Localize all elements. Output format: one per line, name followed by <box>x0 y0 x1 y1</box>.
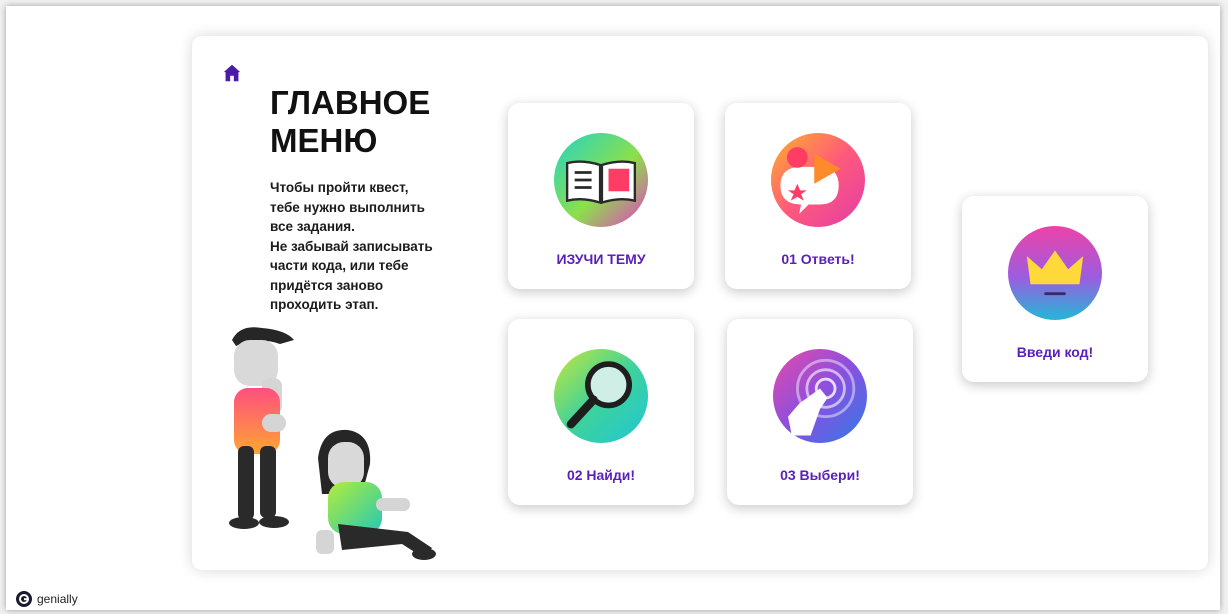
card-find[interactable]: 02 Найди! <box>508 319 694 505</box>
crown-icon <box>1008 226 1102 320</box>
card-enter-code[interactable]: Введи код! <box>962 196 1148 382</box>
instruction-line: тебе нужно выполнить <box>270 199 425 215</box>
touch-hand-icon <box>773 349 867 443</box>
card-answer[interactable]: 01 Ответь! <box>725 103 911 289</box>
card-label: 01 Ответь! <box>781 251 855 267</box>
genially-brand-text: genially <box>37 592 78 606</box>
instruction-line: Чтобы пройти квест, <box>270 180 409 195</box>
card-study-topic[interactable]: ИЗУЧИ ТЕМУ <box>508 103 694 289</box>
page-title-line: ГЛАВНОЕ <box>270 84 431 121</box>
instruction-line: проходить этап. <box>270 297 379 312</box>
kids-illustration <box>229 327 436 560</box>
card-choose[interactable]: 03 Выбери! <box>727 319 913 505</box>
page-title: ГЛАВНОЕ МЕНЮ <box>270 84 480 160</box>
card-label: ИЗУЧИ ТЕМУ <box>556 251 646 267</box>
instruction-line: части кода, или тебе <box>270 258 409 273</box>
home-icon[interactable] <box>221 62 243 84</box>
shapes-chat-icon <box>771 133 865 227</box>
page-title-line: МЕНЮ <box>270 122 378 159</box>
magnifier-icon <box>554 349 648 443</box>
card-label: 03 Выбери! <box>780 467 860 483</box>
instruction-line: все задания. <box>270 219 355 234</box>
card-label: 02 Найди! <box>566 467 636 483</box>
instruction-line: Не забывай записывать <box>270 238 433 254</box>
instruction-line: придётся заново <box>270 277 384 293</box>
card-label: Введи код! <box>1016 344 1094 360</box>
genially-logo[interactable]: genially <box>16 591 78 607</box>
open-book-icon <box>554 133 648 227</box>
instructions-text: Чтобы пройти квест, тебе нужно выполнить… <box>270 178 470 315</box>
genially-g-icon <box>16 591 32 607</box>
